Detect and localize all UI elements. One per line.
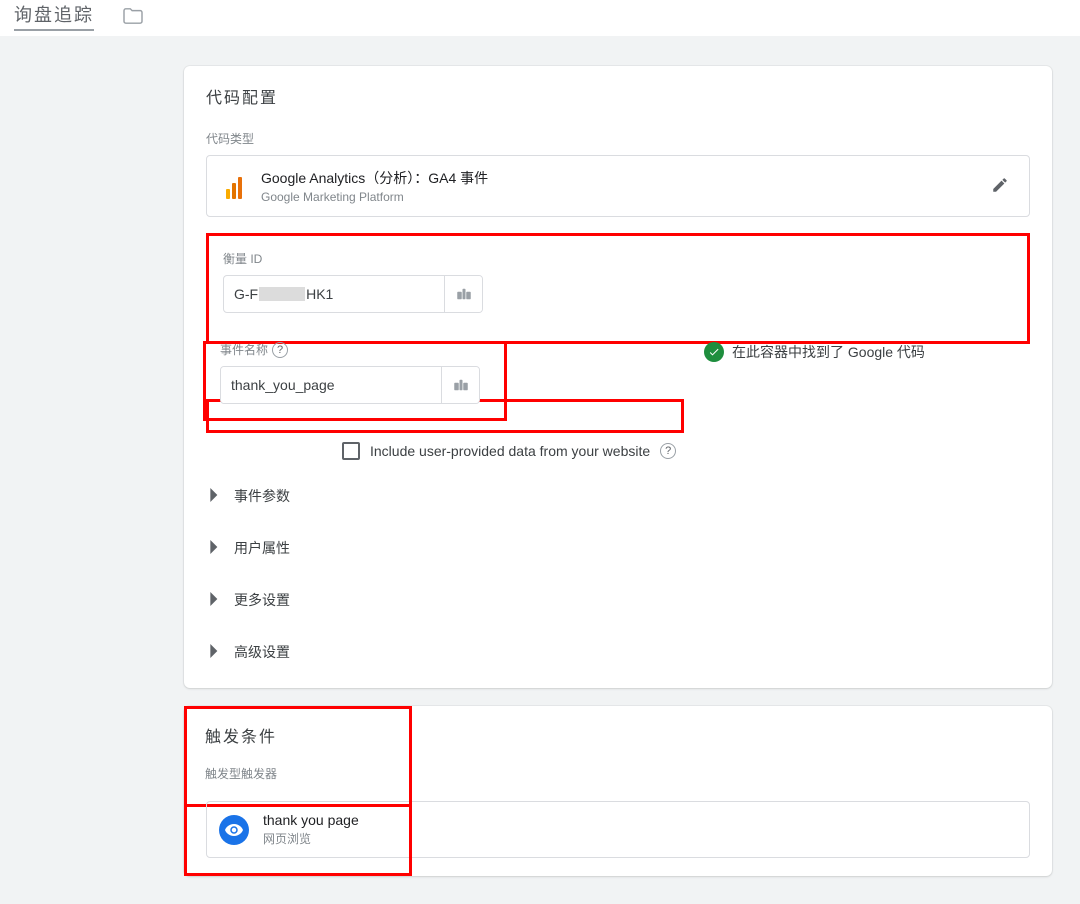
- container-found-text: 在此容器中找到了 Google 代码: [732, 342, 925, 362]
- tag-type-label: 代码类型: [206, 130, 1030, 147]
- chevron-right-icon: [210, 540, 220, 557]
- check-circle-icon: [704, 342, 724, 362]
- help-icon[interactable]: ?: [660, 443, 676, 459]
- event-name-input-row: [220, 366, 480, 404]
- accordion-advanced-settings[interactable]: 高级设置: [206, 626, 1030, 678]
- measurement-id-value[interactable]: G-F HK1: [224, 276, 444, 312]
- trigger-title: thank you page: [263, 812, 359, 828]
- include-user-data-checkbox-row[interactable]: Include user-provided data from your web…: [342, 442, 1030, 460]
- config-card: 代码配置 代码类型 Google Analytics（分析）：GA4 事件 Go…: [184, 66, 1052, 688]
- event-name-label: 事件名称: [220, 341, 268, 358]
- chevron-right-icon: [210, 592, 220, 609]
- measurement-id-input-row: G-F HK1: [223, 275, 483, 313]
- measurement-id-label: 衡量 ID: [223, 250, 503, 267]
- chevron-right-icon: [210, 644, 220, 661]
- trigger-section-title: 触发条件: [205, 723, 395, 747]
- masked-segment: [259, 287, 305, 301]
- accordion-user-props[interactable]: 用户属性: [206, 522, 1030, 574]
- accordion-label: 事件参数: [234, 486, 290, 506]
- checkbox-unchecked-icon[interactable]: [342, 442, 360, 460]
- top-bar: 询盘追踪: [0, 0, 1080, 36]
- container-found-status: 在此容器中找到了 Google 代码: [704, 342, 925, 362]
- tag-type-text: Google Analytics（分析）：GA4 事件 Google Marke…: [261, 168, 971, 204]
- tag-type-row[interactable]: Google Analytics（分析）：GA4 事件 Google Marke…: [206, 155, 1030, 217]
- accordion-label: 更多设置: [234, 590, 290, 610]
- variable-picker-button[interactable]: [441, 367, 479, 403]
- trigger-subtitle: 网页浏览: [263, 830, 359, 847]
- accordion-label: 用户属性: [234, 538, 290, 558]
- measurement-highlight-box: 衡量 ID G-F HK1: [206, 233, 1030, 344]
- edit-tag-type-button[interactable]: [985, 170, 1015, 203]
- include-user-data-label: Include user-provided data from your web…: [370, 443, 650, 459]
- accordion-event-params[interactable]: 事件参数: [206, 470, 1030, 522]
- trigger-row[interactable]: thank you page 网页浏览: [206, 801, 1030, 858]
- help-icon[interactable]: ?: [272, 342, 288, 358]
- variable-picker-button[interactable]: [444, 276, 482, 312]
- config-section-title: 代码配置: [206, 84, 1030, 108]
- trigger-text: thank you page 网页浏览: [263, 812, 359, 847]
- accordion-more-settings[interactable]: 更多设置: [206, 574, 1030, 626]
- event-name-input[interactable]: [221, 367, 441, 403]
- google-analytics-icon: [221, 173, 247, 199]
- chevron-right-icon: [210, 488, 220, 505]
- tag-type-title: Google Analytics（分析）：GA4 事件: [261, 168, 971, 188]
- measurement-id-suffix: HK1: [306, 286, 333, 302]
- pageview-trigger-icon: [219, 815, 249, 845]
- accordion-label: 高级设置: [234, 642, 290, 662]
- page-title: 询盘追踪: [14, 1, 94, 31]
- tag-type-subtitle: Google Marketing Platform: [261, 190, 971, 204]
- folder-icon[interactable]: [122, 7, 144, 25]
- measurement-id-prefix: G-F: [234, 286, 258, 302]
